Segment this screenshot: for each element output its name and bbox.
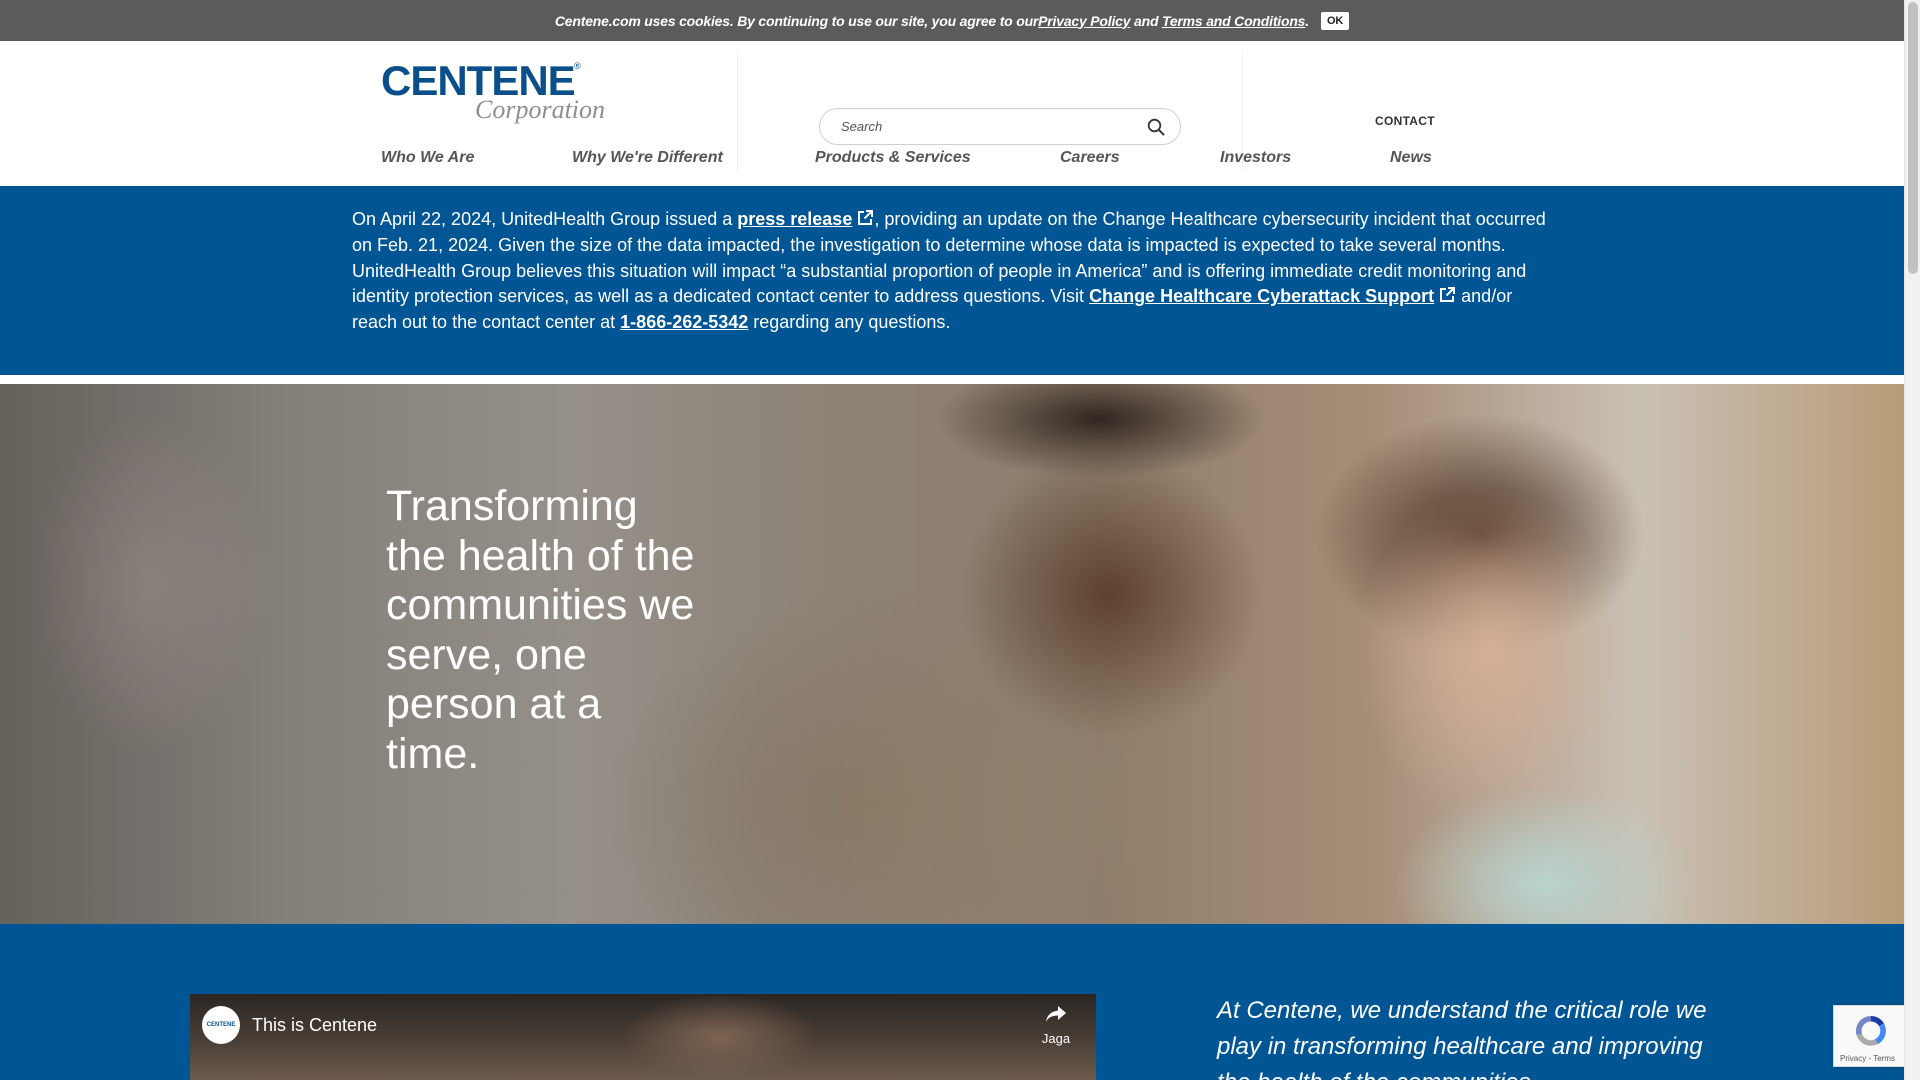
- page-scrollbar[interactable]: [1904, 0, 1920, 1080]
- hero-headline: Transforming the health of the communiti…: [386, 482, 695, 778]
- search-input[interactable]: [841, 119, 1146, 134]
- nav-item-news[interactable]: News: [1390, 149, 1432, 167]
- cyber-incident-notice: On April 22, 2024, UnitedHealth Group is…: [0, 186, 1904, 375]
- intro-quote: At Centene, we understand the critical r…: [1217, 997, 1707, 1080]
- notice-text: On April 22, 2024, UnitedHealth Group is…: [352, 207, 1557, 336]
- recaptcha-terms[interactable]: Privacy - Terms: [1840, 1054, 1895, 1063]
- video-player[interactable]: CENTENE This is Centene Jaga: [190, 994, 1096, 1080]
- logo-registered-mark: ®: [574, 61, 581, 71]
- nav-item-products-services[interactable]: Products & Services: [815, 149, 971, 167]
- recaptcha-badge[interactable]: Privacy - Terms: [1833, 1005, 1904, 1067]
- share-label: Jaga: [1041, 1031, 1071, 1046]
- search-bar: [819, 108, 1181, 145]
- recaptcha-icon: [1852, 1012, 1890, 1055]
- cookie-text: Centene.com uses cookies. By continuing …: [554, 12, 1039, 29]
- cookie-ok-button[interactable]: OK: [1320, 11, 1350, 30]
- about-section: CENTENE This is Centene Jaga At Centene,…: [0, 924, 1904, 1080]
- nav-item-careers[interactable]: Careers: [1060, 149, 1120, 167]
- page: Centene.com uses cookies. By continuing …: [0, 0, 1904, 1080]
- press-release-link[interactable]: press release: [737, 209, 852, 229]
- hero-banner: Transforming the health of the communiti…: [0, 384, 1904, 924]
- main-nav: Who We Are Why We're Different Products …: [0, 146, 1904, 186]
- contact-phone-link[interactable]: 1-866-262-5342: [620, 312, 748, 332]
- nav-item-who-we-are[interactable]: Who We Are: [381, 149, 474, 167]
- terms-link[interactable]: Terms and Conditions: [1162, 13, 1305, 29]
- nav-item-why-different[interactable]: Why We're Different: [572, 149, 723, 167]
- cookie-period: .: [1305, 12, 1309, 29]
- channel-avatar[interactable]: CENTENE: [202, 1006, 240, 1044]
- centene-logo[interactable]: CENTENE ® Corporation: [381, 57, 611, 124]
- notice-text-part: On April 22, 2024, UnitedHealth Group is…: [352, 209, 738, 229]
- privacy-policy-link[interactable]: Privacy Policy: [1038, 13, 1130, 29]
- cookie-and-text: and: [1130, 12, 1162, 29]
- scrollbar-thumb[interactable]: [1908, 2, 1918, 274]
- external-link-icon[interactable]: [1438, 286, 1456, 304]
- hero-photo: [0, 384, 1904, 924]
- nav-item-investors[interactable]: Investors: [1220, 149, 1291, 167]
- video-thumbnail: [620, 994, 820, 1080]
- cookie-banner: Centene.com uses cookies. By continuing …: [0, 0, 1904, 41]
- notice-text-part: regarding any questions.: [748, 312, 951, 333]
- contact-link[interactable]: CONTACT: [1375, 114, 1435, 128]
- logo-subtitle: Corporation: [475, 95, 606, 124]
- search-icon[interactable]: [1146, 117, 1166, 137]
- cyberattack-support-link[interactable]: Change Healthcare Cyberattack Support: [1089, 286, 1434, 306]
- video-title[interactable]: This is Centene: [252, 1015, 377, 1036]
- external-link-icon[interactable]: [856, 209, 874, 227]
- share-button[interactable]: Jaga: [1035, 1004, 1077, 1046]
- share-icon: [1044, 1006, 1068, 1028]
